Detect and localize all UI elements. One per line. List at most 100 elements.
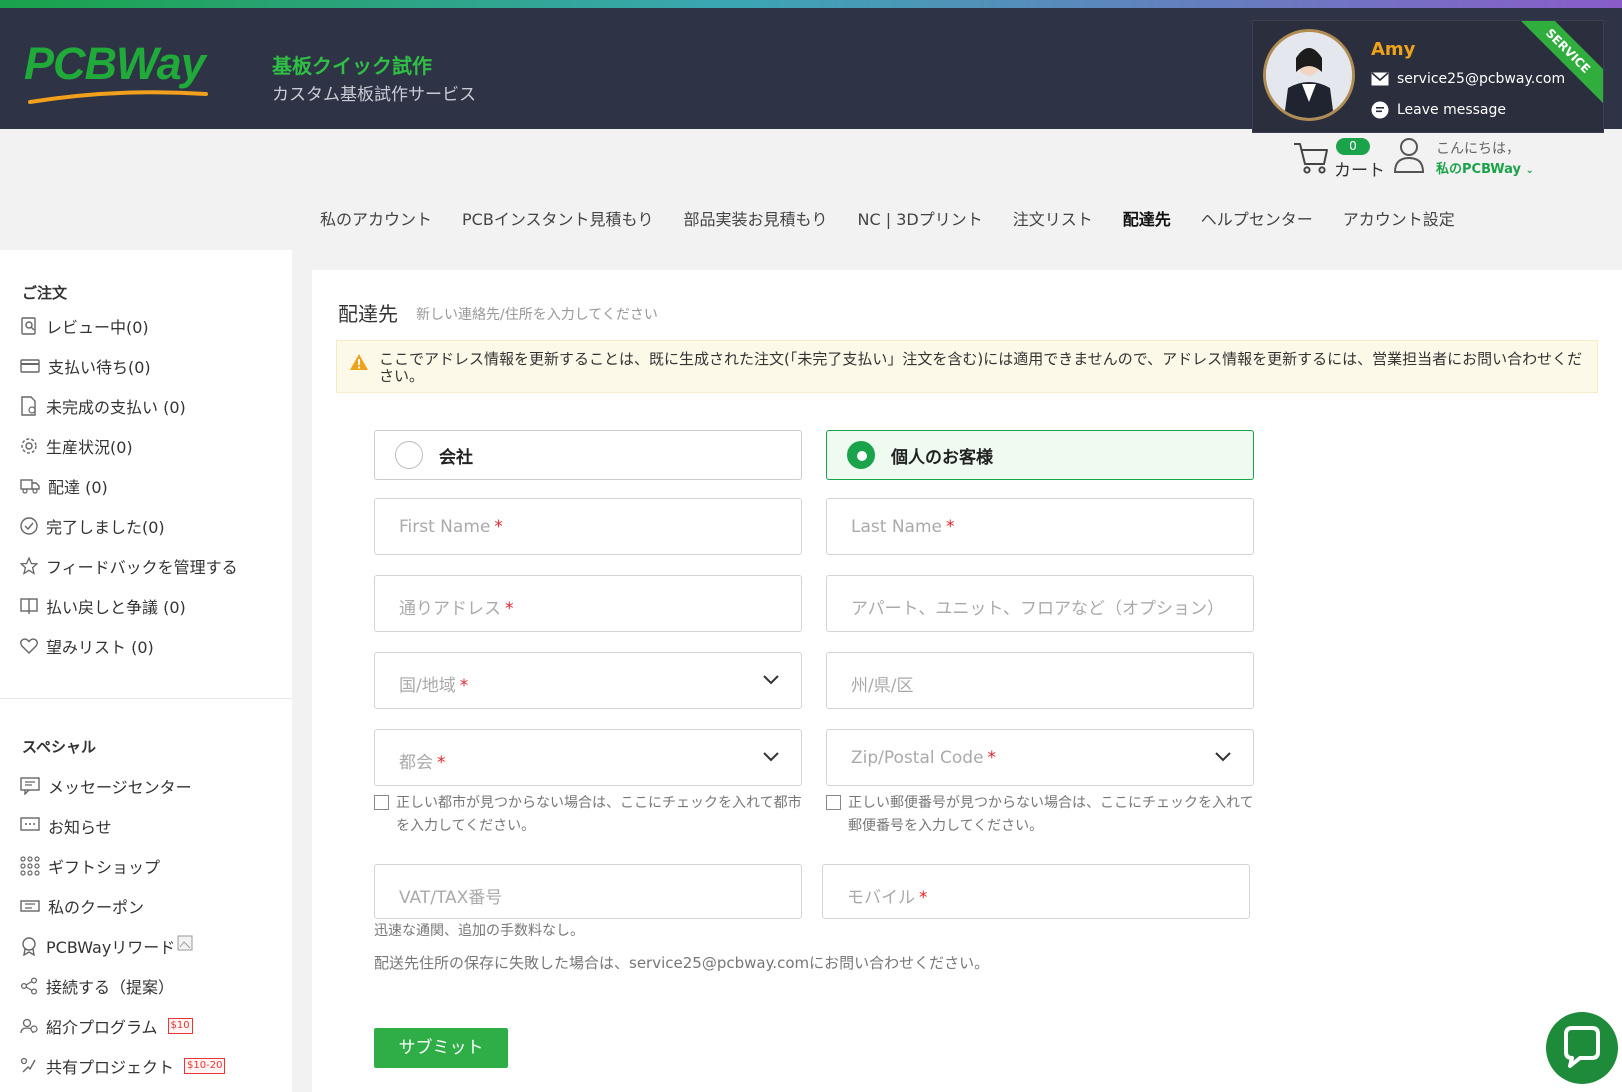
share-project-icon: [20, 1057, 36, 1073]
country-placeholder: 国/地域 *: [399, 676, 469, 696]
chevron-down-icon: [763, 752, 779, 762]
save-fail-hint: 配送先住所の保存に失敗した場合は、service25@pcbway.comにお問…: [374, 954, 990, 972]
last-name-input[interactable]: Last Name *: [826, 498, 1254, 555]
logo-text: PCBWay: [24, 38, 206, 89]
page-subtitle: 新しい連絡先/住所を入力してください: [416, 307, 658, 323]
cart-label: カート: [1334, 161, 1385, 181]
city-manual-checkbox[interactable]: [374, 795, 389, 810]
main-nav: 私のアカウント PCBインスタント見積もり 部品実装お見積もり NC | 3Dプ…: [320, 206, 1485, 230]
site-header: PCBWay 基板クイック試作 カスタム基板試作サービス Amy service…: [0, 8, 1622, 133]
city-manual-check-row: 正しい都市が見つからない場合は、ここにチェックを入れて都市を入力してください。: [374, 792, 804, 838]
sidebar-item-referral[interactable]: 紹介プログラム $10: [20, 1014, 193, 1038]
sidebar-item-label: 払い戻しと争議 (0): [46, 598, 186, 617]
check-circle-icon: [20, 517, 38, 535]
my-pcbway-menu[interactable]: 私のPCBWay ⌄: [1436, 158, 1534, 177]
pcbway-logo[interactable]: PCBWay: [24, 38, 214, 108]
radio-individual[interactable]: [847, 441, 875, 469]
share-icon: [20, 977, 38, 995]
first-name-placeholder: First Name *: [399, 517, 503, 537]
vat-input[interactable]: VAT/TAX番号: [374, 864, 802, 919]
nav-cnc-3d[interactable]: NC | 3Dプリント: [858, 206, 983, 230]
sidebar-item-wishlist[interactable]: 望みリスト (0): [20, 634, 154, 658]
sidebar-divider: [0, 698, 292, 699]
sidebar-item-delivery[interactable]: 配達 (0): [20, 474, 108, 498]
user-icon[interactable]: [1392, 136, 1426, 174]
sidebar-item-label: フィードバックを管理する: [46, 558, 238, 577]
address-form-panel: 配達先 新しい連絡先/住所を入力してください ここでアドレス情報を更新することは…: [312, 270, 1622, 1092]
cart-button[interactable]: 0 カート: [1292, 138, 1392, 181]
sidebar-item-coupons[interactable]: 私のクーポン: [20, 894, 144, 918]
cart-count-badge: 0: [1336, 138, 1370, 155]
sidebar-item-message-center[interactable]: メッセージセンター: [20, 774, 192, 798]
customer-type-label: 個人のお客様: [891, 447, 993, 468]
zip-manual-checkbox[interactable]: [826, 795, 841, 810]
sidebar-item-notices[interactable]: お知らせ: [20, 814, 112, 838]
agent-email-row[interactable]: service25@pcbway.com: [1371, 71, 1565, 87]
sidebar-item-label: 支払い待ち(0): [48, 358, 151, 377]
warning-icon: [350, 354, 368, 370]
sidebar-item-label: 配達 (0): [48, 478, 108, 497]
nav-account-settings[interactable]: アカウント設定: [1343, 206, 1455, 230]
nav-order-list[interactable]: 注文リスト: [1013, 206, 1093, 230]
customer-type-company[interactable]: 会社: [374, 430, 802, 480]
last-name-placeholder: Last Name *: [851, 517, 955, 537]
customer-type-individual[interactable]: 個人のお客様: [826, 430, 1254, 480]
street-address-input[interactable]: 通りアドレス *: [374, 575, 802, 632]
sidebar-item-gift-shop[interactable]: ギフトショップ: [20, 854, 160, 878]
chevron-down-icon: [763, 675, 779, 685]
zip-placeholder: Zip/Postal Code *: [851, 748, 997, 768]
gear-icon: [21, 438, 37, 454]
city-manual-check-text: 正しい都市が見つからない場合は、ここにチェックを入れて都市を入力してください。: [396, 795, 802, 834]
radio-company[interactable]: [395, 441, 423, 469]
sidebar-item-production[interactable]: 生産状況(0): [20, 434, 133, 458]
zip-select[interactable]: Zip/Postal Code *: [826, 729, 1254, 786]
sidebar-item-label: レビュー中(0): [46, 318, 149, 337]
sidebar-item-feedback[interactable]: フィードバックを管理する: [20, 554, 238, 578]
sidebar-item-label: 生産状況(0): [46, 438, 133, 457]
sidebar-item-label: 接続する（提案）: [46, 978, 175, 997]
leave-message-label: Leave message: [1397, 102, 1507, 118]
mobile-input[interactable]: モバイル *: [822, 864, 1250, 919]
customer-type-label: 会社: [439, 447, 473, 468]
state-placeholder: 州/県/区: [851, 676, 914, 696]
sidebar-item-awaiting-payment[interactable]: 支払い待ち(0): [20, 354, 151, 378]
nav-pcb-quote[interactable]: PCBインスタント見積もり: [462, 206, 653, 230]
country-select[interactable]: 国/地域 *: [374, 652, 802, 709]
leave-message-row[interactable]: Leave message: [1371, 101, 1506, 119]
truck-icon: [20, 479, 40, 494]
user-greeting: こんにちは，: [1436, 141, 1520, 157]
nav-help-center[interactable]: ヘルプセンター: [1201, 206, 1313, 230]
address-update-notice: ここでアドレス情報を更新することは、既に生成された注文(「未完了支払い」注文を含…: [336, 340, 1598, 393]
sidebar-item-shared-projects[interactable]: 共有プロジェクト $10-20: [20, 1054, 226, 1078]
first-name-input[interactable]: First Name *: [374, 498, 802, 555]
nav-assembly-quote[interactable]: 部品実装お見積もり: [684, 206, 828, 230]
refund-icon: [20, 598, 38, 614]
sidebar-item-rewards[interactable]: PCBWayリワード: [20, 934, 193, 958]
submit-button[interactable]: サブミット: [374, 1028, 508, 1068]
heart-icon: [20, 638, 38, 654]
referral-icon: [20, 1018, 38, 1034]
notice-icon: [20, 817, 40, 831]
city-select[interactable]: 都会 *: [374, 729, 802, 786]
state-input[interactable]: 州/県/区: [826, 652, 1254, 709]
sidebar-item-review[interactable]: レビュー中(0): [20, 314, 149, 338]
sidebar-item-incomplete-payment[interactable]: 未完成の支払い (0): [20, 394, 186, 418]
sidebar-item-refunds[interactable]: 払い戻しと争議 (0): [20, 594, 186, 618]
nav-shipping-address[interactable]: 配達先: [1123, 206, 1171, 230]
sidebar-item-label: メッセージセンター: [48, 778, 192, 797]
special-heading: スペシャル: [22, 738, 96, 756]
award-icon: [22, 937, 36, 956]
nav-my-account[interactable]: 私のアカウント: [320, 206, 432, 230]
service-ribbon: SERVICE: [1513, 21, 1603, 106]
chevron-down-icon: ⌄: [1525, 165, 1534, 176]
live-chat-button[interactable]: [1546, 1012, 1618, 1084]
sidebar-item-label: 私のクーポン: [48, 898, 145, 917]
sidebar-item-completed[interactable]: 完了しました(0): [20, 514, 165, 538]
sidebar-item-connect[interactable]: 接続する（提案）: [20, 974, 174, 998]
brand-subtitle: カスタム基板試作サービス: [272, 85, 476, 105]
apartment-input[interactable]: アパート、ユニット、フロアなど（オプション）: [826, 575, 1254, 632]
referral-bonus-tag: $10: [167, 1018, 193, 1034]
shared-project-bonus-tag: $10-20: [184, 1058, 226, 1074]
document-icon: [21, 396, 36, 416]
agent-email: service25@pcbway.com: [1397, 71, 1566, 87]
